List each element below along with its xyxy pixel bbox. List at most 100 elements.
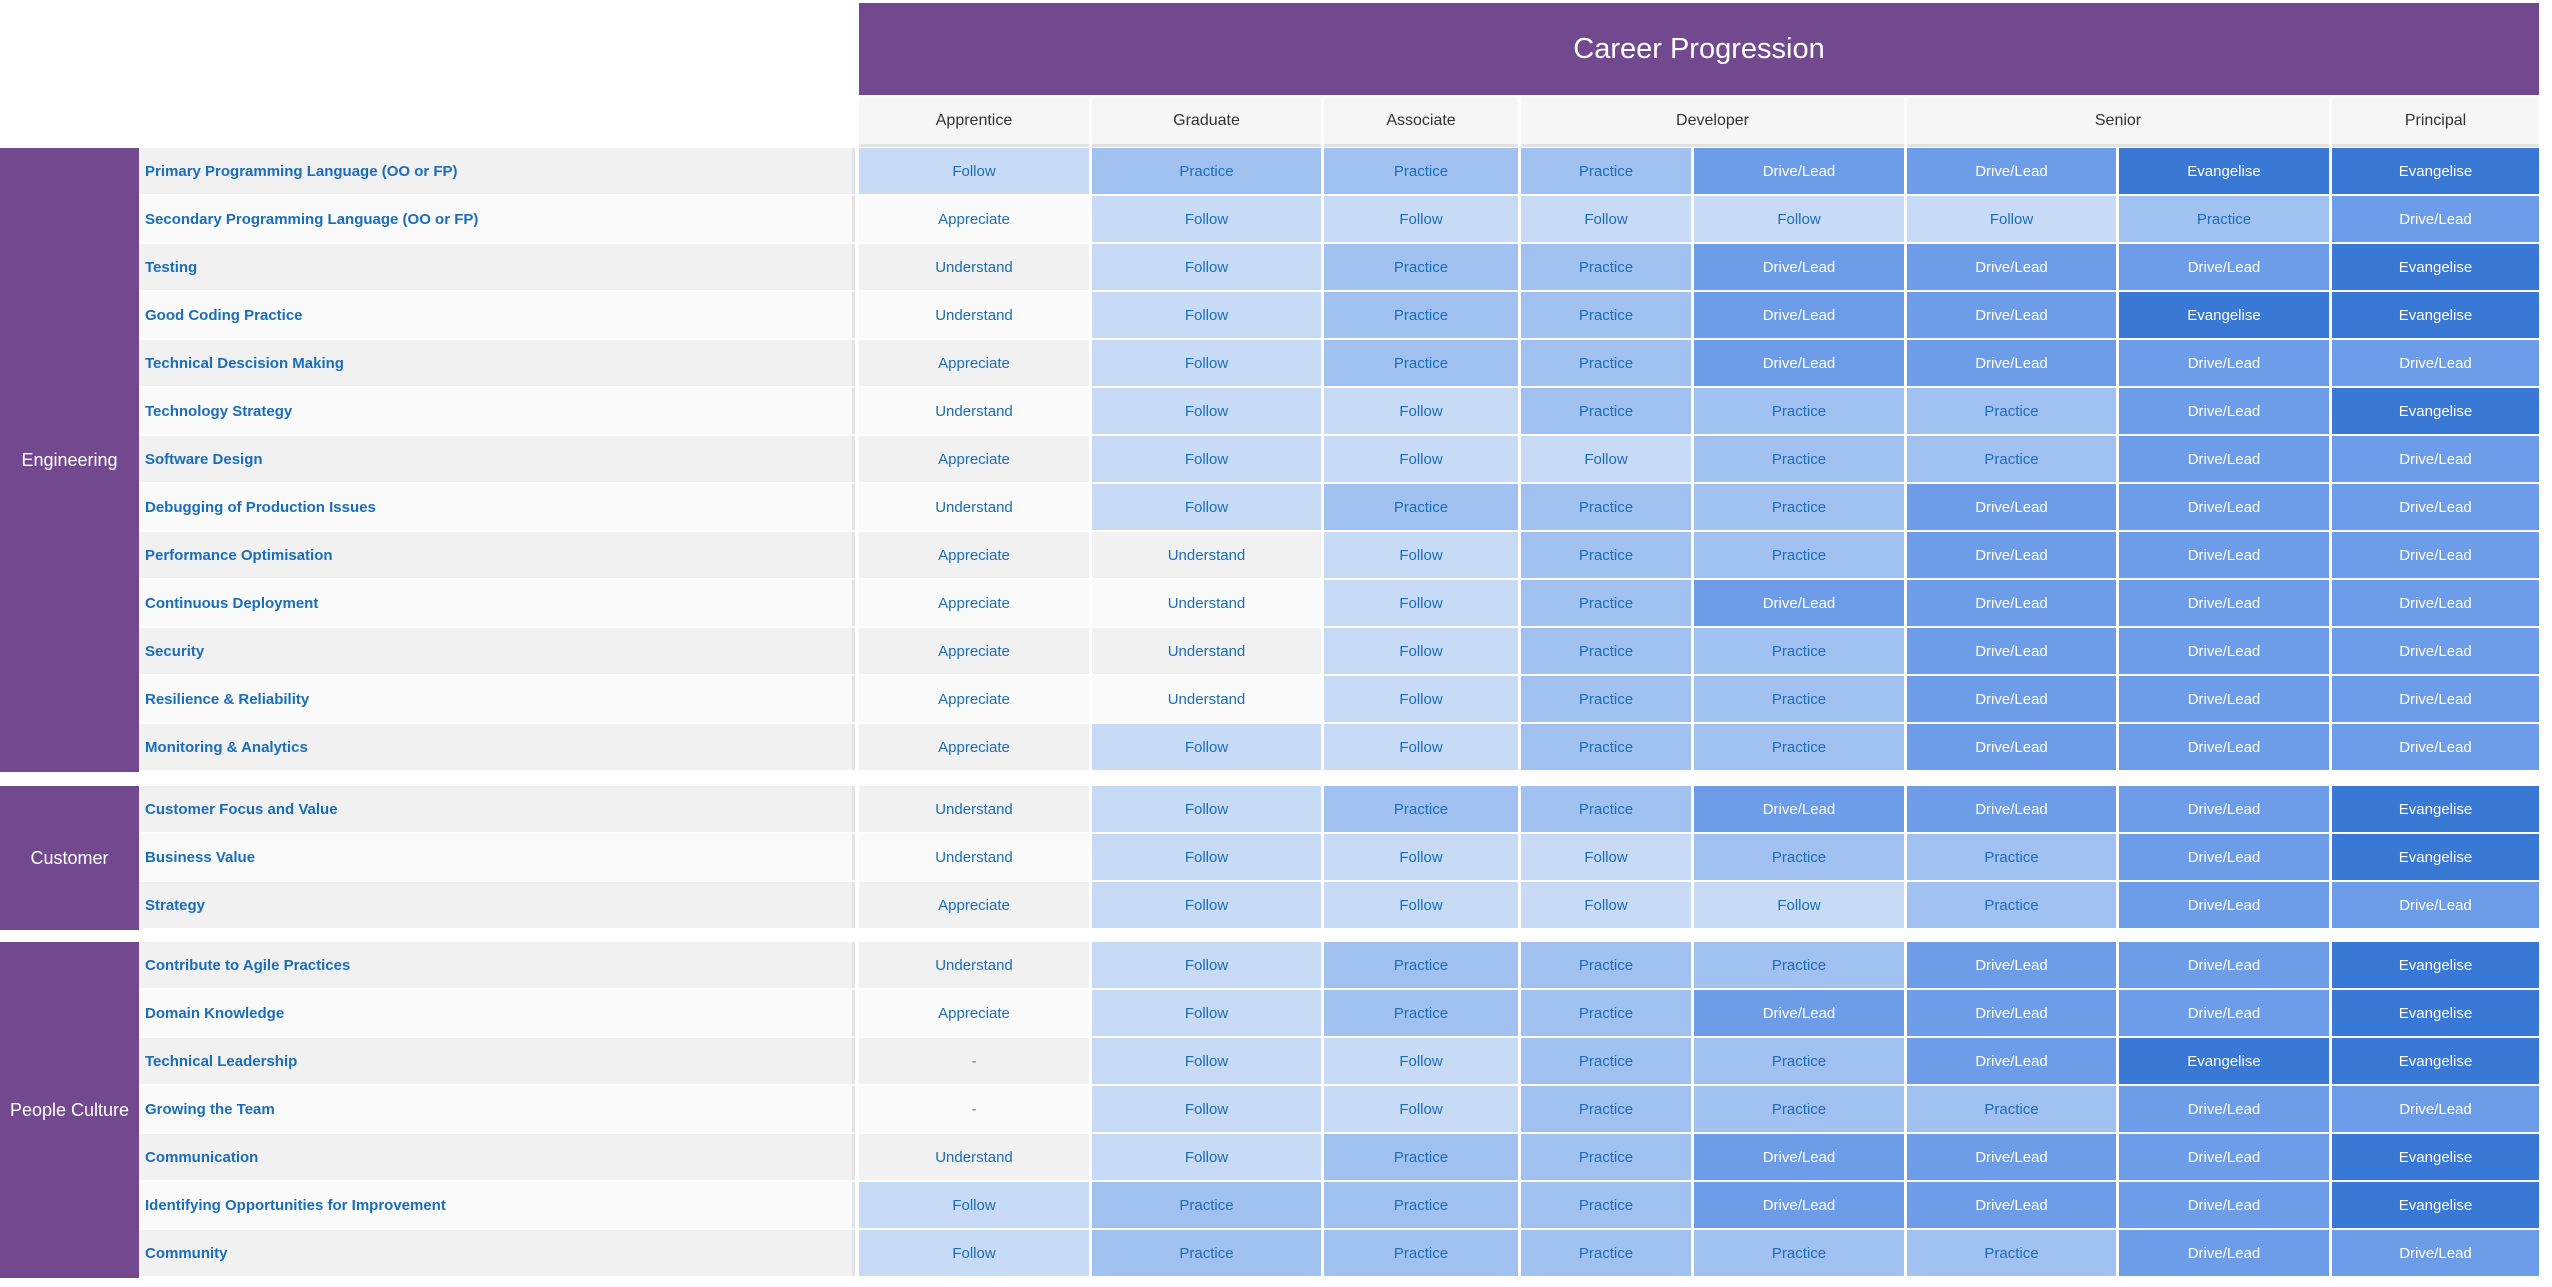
skill-cell: Follow — [1324, 1038, 1518, 1084]
level-header-principal: Principal — [2332, 97, 2539, 147]
skill-cell: Drive/Lead — [2332, 532, 2539, 578]
skill-cell: Follow — [1694, 196, 1904, 242]
skill-cell: Drive/Lead — [2119, 484, 2329, 530]
level-header-senior: Senior — [1907, 97, 2329, 147]
skill-cell: Drive/Lead — [2119, 244, 2329, 290]
skill-cell: Practice — [1521, 1134, 1691, 1180]
level-header-graduate: Graduate — [1092, 97, 1321, 147]
skill-cell: Evangelise — [2332, 292, 2539, 338]
skill-cell: Appreciate — [859, 580, 1089, 626]
skill-cell: Evangelise — [2119, 292, 2329, 338]
skill-cell: Practice — [1521, 388, 1691, 434]
skill-cell: Drive/Lead — [1907, 244, 2116, 290]
skill-cell: Follow — [1092, 1086, 1321, 1132]
skill-label: Business Value — [139, 834, 855, 880]
skill-cell: Evangelise — [2332, 1038, 2539, 1084]
skill-cell: Evangelise — [2332, 942, 2539, 988]
skill-cell: Practice — [1521, 340, 1691, 386]
skill-cell: Drive/Lead — [1907, 292, 2116, 338]
skill-cell: Practice — [1521, 532, 1691, 578]
skill-cell: - — [859, 1038, 1089, 1084]
skill-cell: Understand — [1092, 628, 1321, 674]
skill-cell: Drive/Lead — [2332, 676, 2539, 722]
skill-cell: Evangelise — [2119, 148, 2329, 194]
skill-label: Growing the Team — [139, 1086, 855, 1132]
skill-cell: Practice — [1521, 580, 1691, 626]
skill-cell: Follow — [1092, 340, 1321, 386]
skill-cell: Follow — [1324, 532, 1518, 578]
skill-cell: Practice — [1521, 1230, 1691, 1276]
skill-label: Good Coding Practice — [139, 292, 855, 338]
skill-cell: Understand — [859, 1134, 1089, 1180]
skill-cell: Drive/Lead — [1907, 628, 2116, 674]
skill-label: Performance Optimisation — [139, 532, 855, 578]
skill-cell: Evangelise — [2332, 388, 2539, 434]
skill-cell: Practice — [1324, 292, 1518, 338]
skill-cell: Appreciate — [859, 196, 1089, 242]
skill-cell: Practice — [1324, 990, 1518, 1036]
skill-label: Primary Programming Language (OO or FP) — [139, 148, 855, 194]
skill-cell: Practice — [1907, 436, 2116, 482]
level-header-developer: Developer — [1521, 97, 1904, 147]
category-people-culture: People Culture — [0, 942, 139, 1278]
skill-cell: Appreciate — [859, 724, 1089, 770]
skill-cell: Evangelise — [2332, 244, 2539, 290]
skill-cell: Drive/Lead — [1907, 786, 2116, 832]
skill-cell: Practice — [1694, 484, 1904, 530]
skill-cell: Follow — [859, 1182, 1089, 1228]
skill-cell: Drive/Lead — [1694, 786, 1904, 832]
skill-cell: Practice — [1521, 990, 1691, 1036]
skill-cell: Follow — [859, 148, 1089, 194]
skill-cell: Drive/Lead — [2332, 1086, 2539, 1132]
skill-cell: Drive/Lead — [1694, 580, 1904, 626]
skill-cell: Drive/Lead — [1694, 1182, 1904, 1228]
career-progression-matrix: Career Progression Apprentice Graduate Ass… — [0, 0, 2552, 1287]
skill-cell: Follow — [1324, 676, 1518, 722]
skill-cell: Practice — [1521, 292, 1691, 338]
skill-cell: Follow — [1092, 292, 1321, 338]
level-header-apprentice: Apprentice — [859, 97, 1089, 147]
skill-cell: Practice — [1694, 724, 1904, 770]
skill-cell: Practice — [1521, 724, 1691, 770]
skill-cell: Practice — [1907, 388, 2116, 434]
skill-cell: Practice — [1907, 1230, 2116, 1276]
skill-cell: Practice — [1324, 484, 1518, 530]
skill-cell: Follow — [1324, 436, 1518, 482]
skill-cell: Understand — [859, 942, 1089, 988]
skill-cell: Drive/Lead — [2119, 882, 2329, 928]
skill-cell: Drive/Lead — [1907, 148, 2116, 194]
skill-cell: Drive/Lead — [2332, 436, 2539, 482]
skill-cell: Appreciate — [859, 882, 1089, 928]
category-engineering: Engineering — [0, 148, 139, 772]
skill-cell: Understand — [1092, 676, 1321, 722]
skill-cell: Practice — [1324, 942, 1518, 988]
skill-cell: Practice — [1907, 834, 2116, 880]
skill-cell: Appreciate — [859, 628, 1089, 674]
skill-cell: Follow — [1324, 882, 1518, 928]
skill-cell: Drive/Lead — [2332, 340, 2539, 386]
skill-cell: Practice — [1694, 676, 1904, 722]
skill-cell: Follow — [859, 1230, 1089, 1276]
skill-cell: Drive/Lead — [2119, 628, 2329, 674]
level-header-associate: Associate — [1324, 97, 1518, 147]
skill-cell: Drive/Lead — [2119, 1134, 2329, 1180]
skill-cell: Drive/Lead — [1694, 990, 1904, 1036]
skill-cell: Follow — [1324, 724, 1518, 770]
skill-cell: Practice — [2119, 196, 2329, 242]
skill-cell: Follow — [1092, 244, 1321, 290]
skill-cell: Evangelise — [2119, 1038, 2329, 1084]
skill-cell: Drive/Lead — [1907, 484, 2116, 530]
skill-cell: Understand — [859, 388, 1089, 434]
skill-cell: Appreciate — [859, 532, 1089, 578]
skill-cell: Evangelise — [2332, 1182, 2539, 1228]
skill-cell: Evangelise — [2332, 148, 2539, 194]
skill-cell: Follow — [1092, 388, 1321, 434]
skill-cell: Drive/Lead — [2119, 532, 2329, 578]
skill-label: Technology Strategy — [139, 388, 855, 434]
skill-cell: Follow — [1092, 196, 1321, 242]
skill-cell: Follow — [1092, 786, 1321, 832]
skill-cell: Practice — [1324, 786, 1518, 832]
skill-cell: Evangelise — [2332, 786, 2539, 832]
skill-cell: Follow — [1092, 1134, 1321, 1180]
skill-cell: Follow — [1521, 436, 1691, 482]
